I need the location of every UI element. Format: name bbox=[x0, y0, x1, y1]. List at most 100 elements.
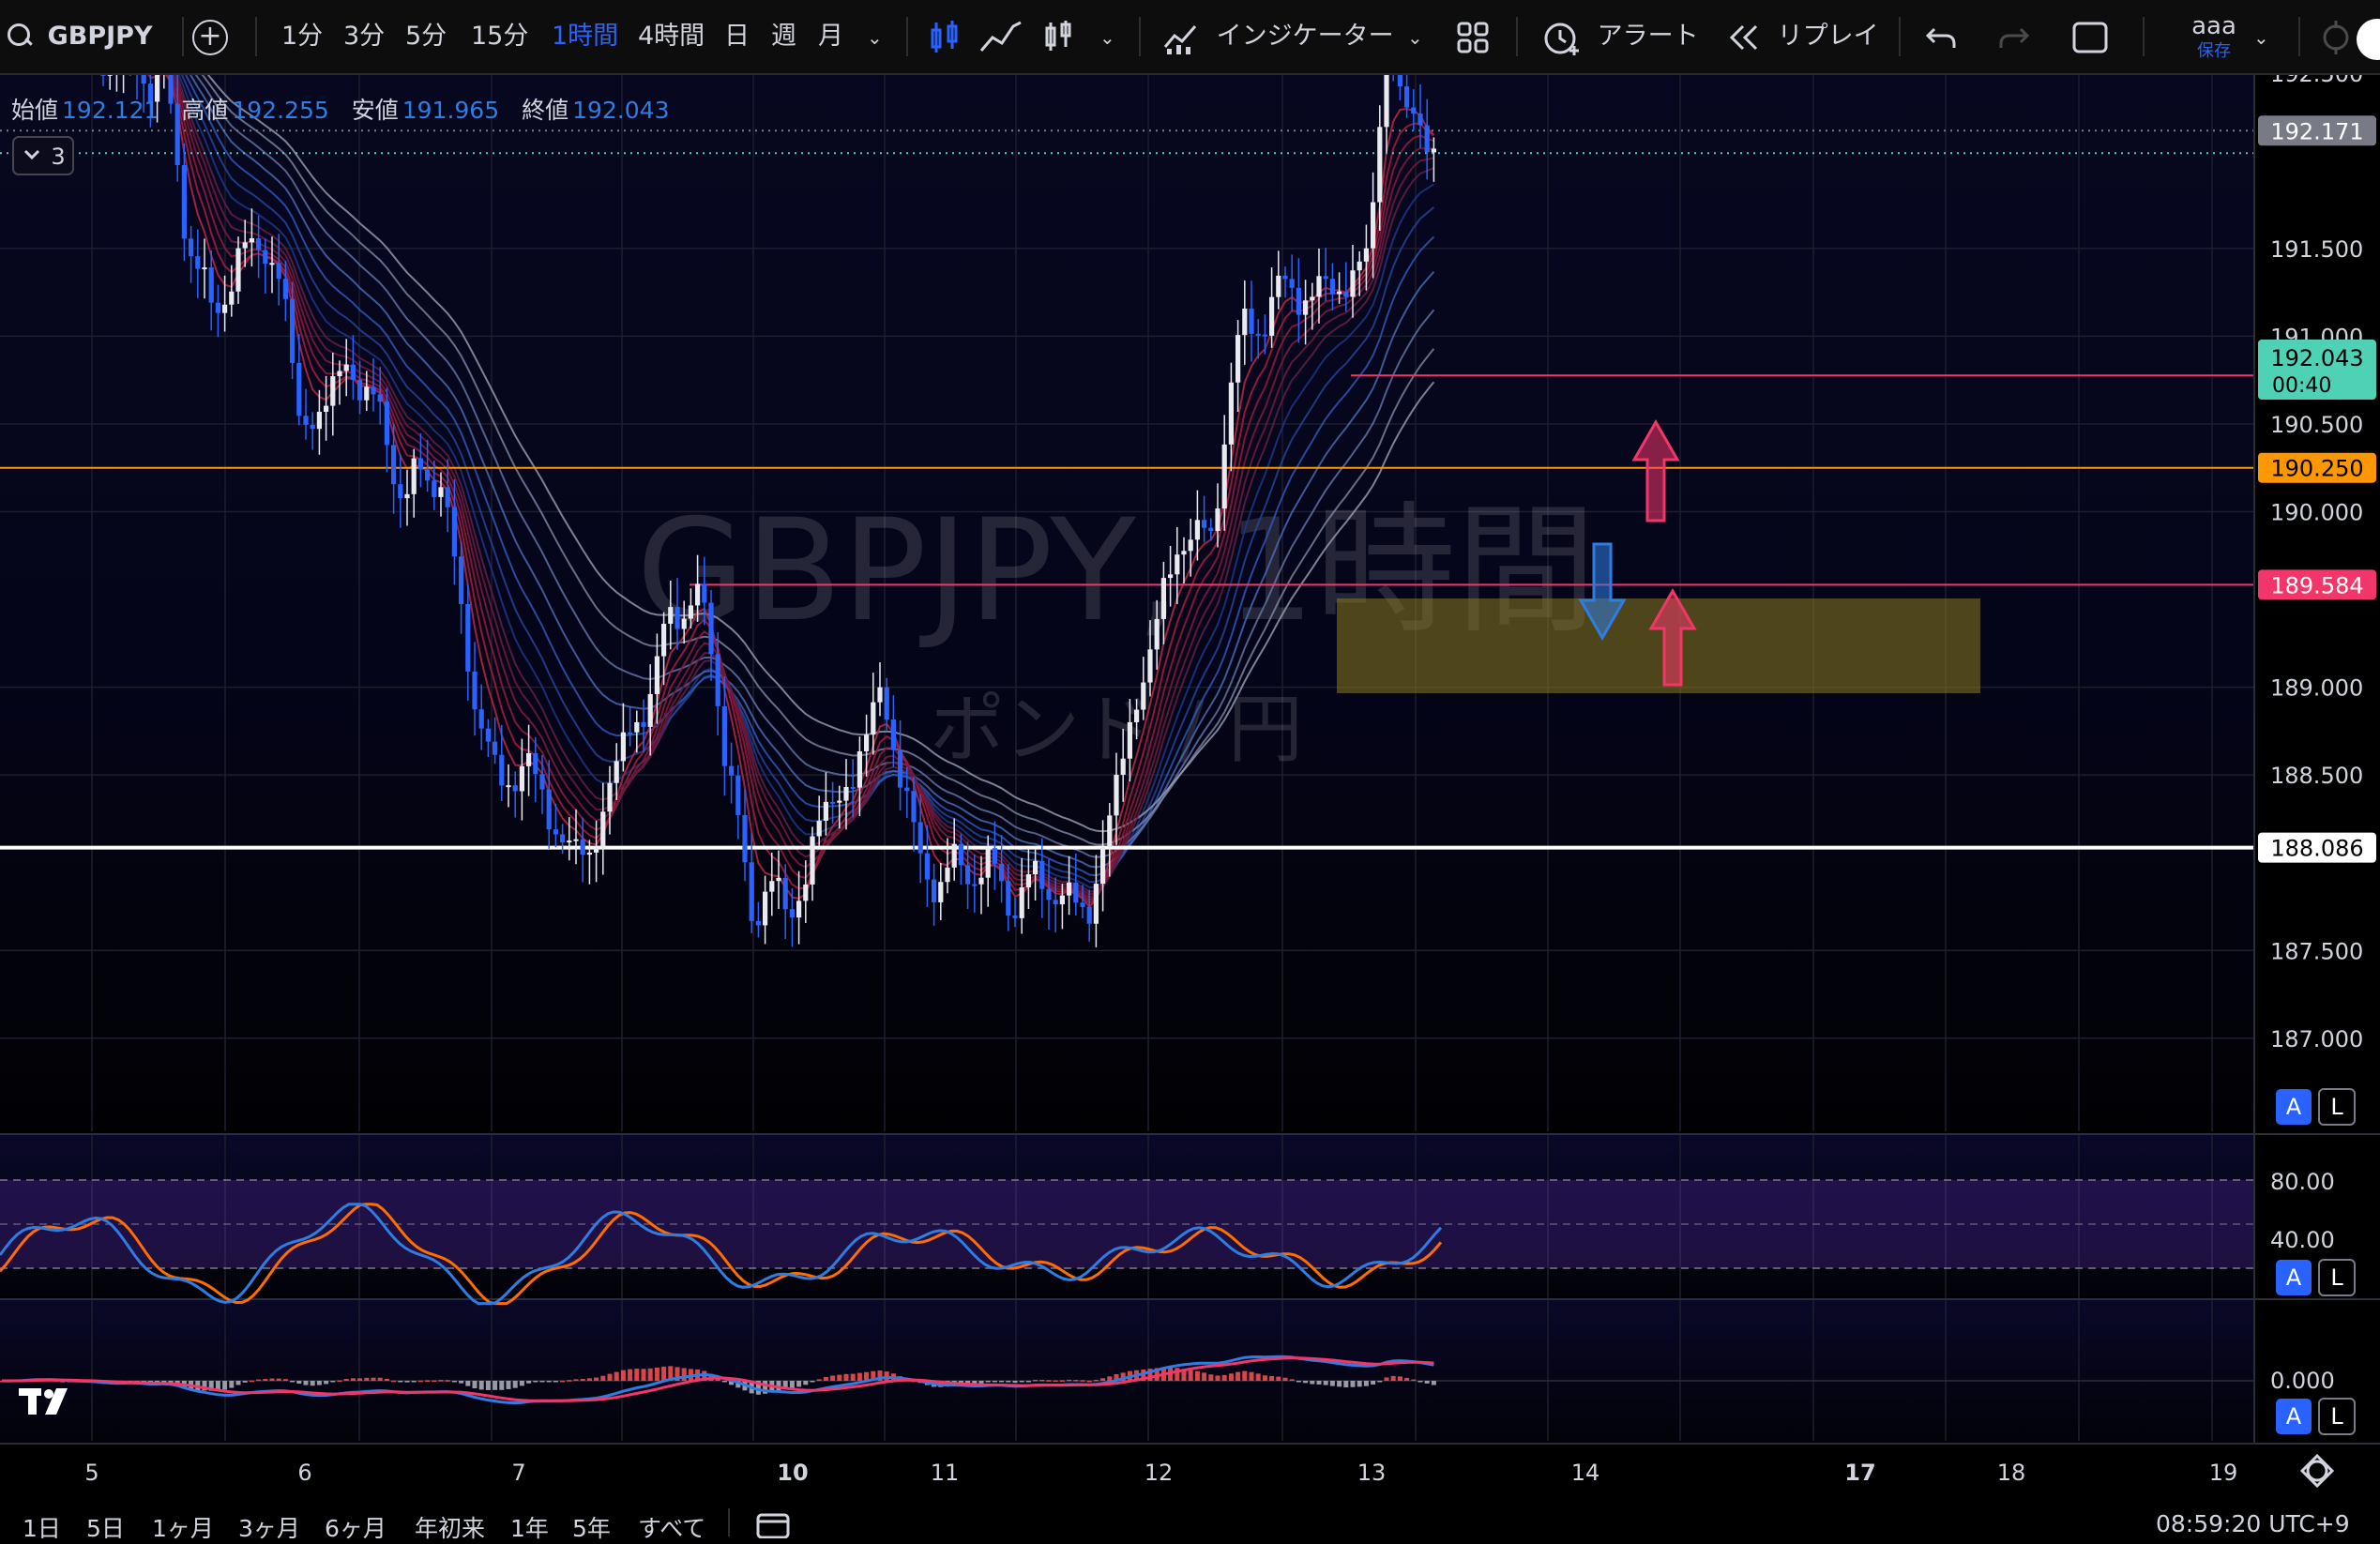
range-6m[interactable]: 6ヶ月 bbox=[325, 1510, 387, 1544]
add-symbol-button[interactable]: + bbox=[192, 0, 228, 73]
candle-body bbox=[377, 394, 383, 402]
macd-bar bbox=[614, 1371, 619, 1381]
range-all[interactable]: すべて bbox=[638, 1510, 705, 1544]
chart-canvas[interactable]: GBPJPY, 1時間 ポンド / 円 191.500191.000190.50… bbox=[0, 75, 2380, 1497]
macd-bar bbox=[533, 1381, 538, 1383]
time-tick: 14 bbox=[1571, 1460, 1600, 1486]
candle-body bbox=[1033, 860, 1038, 875]
log-scale-label: L bbox=[2330, 1264, 2343, 1291]
candle-body bbox=[1127, 721, 1132, 759]
layout-more-button[interactable]: ⌄ bbox=[2253, 0, 2269, 73]
interval-month[interactable]: 月 bbox=[818, 0, 843, 73]
fullscreen-button[interactable] bbox=[2071, 0, 2109, 73]
pane-divider[interactable] bbox=[0, 1133, 2380, 1135]
interval-15m[interactable]: 15分 bbox=[471, 0, 528, 73]
time-tick: 18 bbox=[1997, 1460, 2026, 1486]
candle-body bbox=[715, 654, 720, 706]
redo-button[interactable] bbox=[1998, 0, 2030, 73]
range-5y[interactable]: 5年 bbox=[572, 1510, 611, 1544]
candle-body bbox=[526, 752, 532, 766]
pane-divider bbox=[0, 1443, 2380, 1445]
candle-body bbox=[749, 862, 754, 921]
range-3m[interactable]: 3ヶ月 bbox=[238, 1510, 300, 1544]
candle-body bbox=[242, 242, 248, 249]
candle-body bbox=[708, 602, 714, 655]
range-1d[interactable]: 1日 bbox=[23, 1510, 61, 1544]
macd-bar bbox=[350, 1378, 356, 1381]
macd-bar bbox=[594, 1377, 599, 1381]
candle-body bbox=[1093, 884, 1099, 924]
macd-bar bbox=[1194, 1370, 1200, 1381]
alert-label: アラート bbox=[1597, 22, 1699, 51]
candle-body bbox=[890, 719, 896, 750]
macd-bar bbox=[1431, 1381, 1436, 1385]
macd-bar bbox=[1316, 1381, 1322, 1385]
indicators-button[interactable]: インジケーター bbox=[1163, 0, 1394, 73]
macd-bar bbox=[1025, 1381, 1031, 1383]
replay-button[interactable]: リプレイ bbox=[1728, 0, 1879, 73]
macd-axis[interactable]: 0.000 bbox=[2270, 1368, 2335, 1394]
interval-week[interactable]: 週 bbox=[771, 0, 796, 73]
alert-button[interactable]: アラート bbox=[1542, 0, 1699, 73]
interval-more-button[interactable]: ⌄ bbox=[867, 0, 883, 73]
candle-body bbox=[282, 279, 288, 299]
candle-body bbox=[1114, 774, 1119, 816]
candle-body bbox=[438, 487, 444, 497]
candle-body bbox=[1228, 382, 1234, 445]
candle-body bbox=[290, 298, 296, 363]
macd-bar bbox=[1417, 1381, 1423, 1383]
candle-body bbox=[1377, 127, 1383, 203]
macd-bar bbox=[681, 1368, 687, 1381]
line-chart-button[interactable] bbox=[979, 0, 1023, 73]
macd-bar bbox=[1188, 1370, 1193, 1381]
indicators-more-button[interactable]: ⌄ bbox=[1407, 0, 1423, 73]
pane-divider[interactable] bbox=[0, 1298, 2380, 1300]
macd-bar bbox=[1390, 1375, 1396, 1381]
time-axis[interactable]: 5 6 7 10 11 12 13 14 17 18 19 bbox=[84, 1460, 2237, 1486]
range-ytd[interactable]: 年初来 bbox=[415, 1510, 485, 1544]
symbol-search[interactable]: GBPJPY bbox=[8, 0, 153, 73]
macd-bar bbox=[992, 1381, 997, 1383]
candle-body bbox=[992, 848, 997, 864]
macd-bar bbox=[1384, 1377, 1389, 1381]
interval-day[interactable]: 日 bbox=[724, 0, 750, 73]
interval-4h[interactable]: 4時間 bbox=[638, 0, 705, 73]
range-1m[interactable]: 1ヶ月 bbox=[152, 1510, 214, 1544]
macd-bar bbox=[999, 1381, 1005, 1383]
candles-button[interactable] bbox=[929, 0, 961, 73]
macd-bar bbox=[235, 1381, 241, 1385]
macd-pane-bg bbox=[0, 1300, 2253, 1443]
interval-1h[interactable]: 1時間 bbox=[552, 0, 618, 73]
candle-body bbox=[1006, 881, 1011, 916]
date-range-button[interactable] bbox=[756, 1510, 790, 1542]
macd-bar bbox=[721, 1381, 727, 1383]
chart-type-more-button[interactable]: ⌄ bbox=[1099, 0, 1115, 73]
templates-button[interactable] bbox=[1456, 0, 1490, 73]
candle-body bbox=[1357, 261, 1362, 271]
high-value: 192.255 bbox=[232, 97, 328, 124]
candle-body bbox=[1208, 527, 1214, 532]
range-1y[interactable]: 1年 bbox=[510, 1510, 549, 1544]
candle-body bbox=[816, 820, 822, 837]
candle-body bbox=[350, 364, 356, 380]
time-tick: 5 bbox=[84, 1460, 99, 1486]
bars-button[interactable] bbox=[1043, 0, 1075, 73]
candle-body bbox=[1404, 86, 1410, 108]
macd-bar bbox=[493, 1381, 498, 1390]
interval-3m[interactable]: 3分 bbox=[343, 0, 385, 73]
candle-body bbox=[877, 687, 883, 703]
legend-collapse-button[interactable]: 3 bbox=[12, 136, 74, 175]
stoch-tick: 80.00 bbox=[2270, 1169, 2335, 1195]
macd-bar bbox=[586, 1378, 592, 1381]
interval-1m[interactable]: 1分 bbox=[281, 0, 323, 73]
macd-bar bbox=[1282, 1377, 1288, 1381]
macd-bar bbox=[1303, 1381, 1309, 1384]
range-5d[interactable]: 5日 bbox=[86, 1510, 125, 1544]
bars-icon bbox=[1045, 20, 1071, 51]
undo-button[interactable] bbox=[1925, 0, 1957, 73]
price-label: 189.584 bbox=[2270, 572, 2363, 598]
interval-5m[interactable]: 5分 bbox=[405, 0, 447, 73]
auto-scale-label: A bbox=[2286, 1264, 2302, 1291]
settings-button[interactable] bbox=[2317, 0, 2355, 73]
time-axis-settings-button[interactable] bbox=[2299, 1453, 2335, 1489]
